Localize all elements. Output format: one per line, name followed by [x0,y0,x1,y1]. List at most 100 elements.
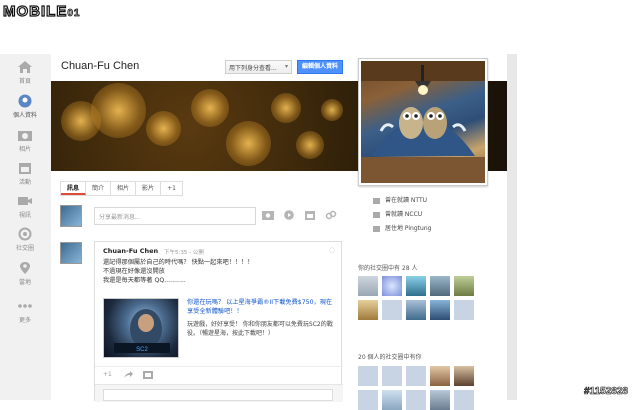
camera-icon [18,131,32,141]
tab-plus-ones[interactable]: +1 [161,182,182,195]
have-you-title[interactable]: 20 個人的社交圈中有你 [358,352,422,361]
nav-item-photos[interactable]: 相片 [0,128,50,153]
tab-posts[interactable]: 訊息 [61,182,87,195]
more-dots-icon [18,304,32,308]
plus-one-button[interactable]: +1 [103,371,112,378]
profile-info: 曾在就讀 NTTU 曾就讀 NCCU 居住地 Pingtung [371,194,431,236]
hangout-icon [18,197,32,205]
circle-avatar[interactable] [358,366,378,386]
event-icon[interactable] [304,210,316,220]
nav-item-events[interactable]: 活動 [0,161,50,186]
avatar [60,205,82,227]
post-line: 我還是每天都等著 QQ........... [103,277,186,284]
circle-avatar[interactable] [358,276,378,296]
link-thumbnail[interactable]: SC2 [103,298,179,358]
watermark-logo-tail: 01 [67,8,81,20]
nav-label-photos: 相片 [18,146,31,153]
post-menu-icon[interactable]: ◌ [329,246,335,254]
link-title[interactable]: 你還在玩嗎？ 以上星海爭霸®II下載免費$750，現在享受全新體驗吧！！ [187,298,337,316]
circles-icon [18,227,32,241]
nav-item-home[interactable]: 首頁 [0,60,50,85]
share-icons [262,210,337,220]
circle-avatar[interactable] [382,390,402,410]
cover-bokeh [191,89,229,127]
post-line: 還記得那個屬於自己的時代嗎？ 快點一起來吧！！！！ [103,259,254,266]
post-card: Chuan-Fu Chen 下午5:35 - 公開 ◌ 還記得那個屬於自己的時代… [94,241,343,402]
comment-input[interactable] [103,389,333,401]
circle-avatar[interactable] [382,366,402,386]
tab-videos[interactable]: 影片 [136,182,162,195]
home-icon [18,61,32,73]
circle-avatar[interactable] [382,300,402,320]
mute-icon[interactable] [143,371,153,379]
in-circles-grid [358,276,474,320]
cover-bokeh [296,131,324,159]
profile-photo-image [361,61,485,183]
circle-avatar[interactable] [358,390,378,410]
info-row-school: 曾在就讀 NTTU [371,194,431,208]
nav-item-more[interactable]: 更多 [0,299,50,324]
calendar-icon [19,163,31,174]
starcraft-thumbnail-illustration: SC2 [114,309,170,353]
circle-avatar[interactable] [454,276,474,296]
photo-icon[interactable] [262,210,274,220]
nav-item-hangouts[interactable]: 視訊 [0,194,50,219]
tab-photos[interactable]: 相片 [111,182,137,195]
svg-text:SC2: SC2 [136,347,148,353]
share-arrow-icon[interactable] [123,371,133,379]
tab-about[interactable]: 簡介 [86,182,112,195]
nav-item-local[interactable]: 當地 [0,261,50,286]
in-circles-title[interactable]: 你的社交圈中有 28 人 [358,263,417,272]
comment-box [95,384,343,402]
info-text: 曾就讀 NCCU [385,211,423,218]
info-text: 居住地 Pingtung [385,225,432,232]
cover-bokeh [271,93,301,123]
circle-avatar[interactable] [430,366,450,386]
share-input[interactable]: 分享最新消息... [94,207,256,225]
post-author[interactable]: Chuan-Fu Chen [103,247,158,255]
circle-avatar[interactable] [454,390,474,410]
nav-label-profile: 個人資料 [12,112,37,119]
circle-avatar[interactable] [454,300,474,320]
circle-avatar[interactable] [406,366,426,386]
nav-label-more: 更多 [18,317,31,324]
nav-label-hangouts: 視訊 [18,212,31,219]
circle-avatar[interactable] [406,300,426,320]
school-icon [373,198,380,204]
video-icon[interactable] [283,210,295,220]
post-timestamp[interactable]: 下午5:35 - 公開 [164,248,204,256]
circle-avatar[interactable] [406,390,426,410]
cover-bokeh [321,99,343,121]
owl-mural-illustration [361,61,485,183]
circle-avatar[interactable] [430,276,450,296]
post-actions: +1 [95,366,343,382]
profile-icon [18,94,32,108]
info-row-school: 曾就讀 NCCU [371,208,431,222]
view-as-label: 用下列身分查看... [229,65,277,72]
link-icon[interactable] [325,210,337,220]
info-text: 曾在就讀 NTTU [385,197,428,204]
circle-avatar[interactable] [406,276,426,296]
page-margin [517,54,640,400]
watermark-id: #1152828 [584,386,629,398]
post-author-avatar[interactable] [60,242,82,264]
watermark-bar: MOBILE01 [0,0,640,26]
circle-avatar[interactable] [382,276,402,296]
circle-avatar[interactable] [430,390,450,410]
watermark-logo: MOBILE01 [2,2,81,20]
nav-item-circles[interactable]: 社交圈 [0,227,50,252]
location-pin-icon [20,262,30,274]
circle-avatar[interactable] [454,366,474,386]
link-description: 玩遊戲，好好享受！ 你和你朋友都可以免費玩SC2的戰役。（暢遊星海，按此下載吧！… [187,321,333,337]
circle-avatar[interactable] [430,300,450,320]
cover-bokeh [146,111,181,146]
nav-item-profile[interactable]: 個人資料 [0,94,50,119]
circle-avatar[interactable] [358,300,378,320]
profile-photo[interactable] [358,58,488,186]
edit-profile-button[interactable]: 編輯個人資料 [297,60,343,74]
nav-label-circles: 社交圈 [15,245,34,252]
profile-name: Chuan-Fu Chen [61,60,140,72]
view-as-select[interactable]: 用下列身分查看... ▾ [225,60,292,74]
profile-main: Chuan-Fu Chen 用下列身分查看... ▾ 編輯個人資料 訊息 簡介 … [51,54,507,410]
nav-label-local: 當地 [18,279,31,286]
